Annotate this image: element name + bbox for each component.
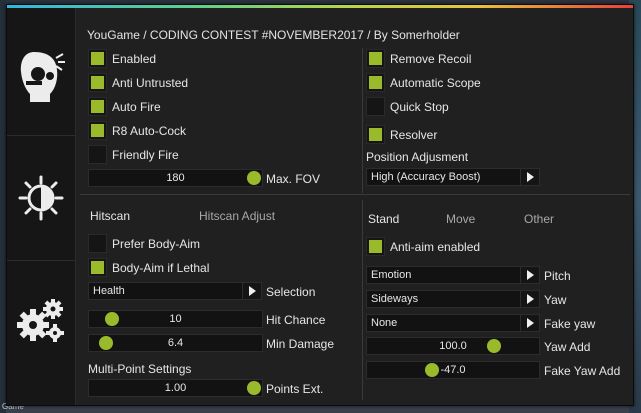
friendly-fire-label: Friendly Fire bbox=[112, 148, 179, 162]
auto-fire-label: Auto Fire bbox=[112, 100, 161, 114]
main-content: YouGame / CODING CONTEST #NOVEMBER2017 /… bbox=[76, 8, 633, 405]
selection-value: Health bbox=[93, 285, 125, 297]
ragebot-head-icon bbox=[20, 52, 65, 102]
remove-recoil-checkbox[interactable] bbox=[366, 49, 385, 68]
fake-yaw-add-slider[interactable]: -47.0 bbox=[366, 361, 540, 379]
anti-untrusted-label: Anti Untrusted bbox=[112, 76, 189, 90]
tab-move[interactable]: Move bbox=[446, 212, 475, 226]
tab-stand[interactable]: Stand bbox=[368, 212, 399, 226]
remove-recoil-label: Remove Recoil bbox=[390, 52, 472, 66]
selection-dropdown[interactable]: Health bbox=[88, 282, 262, 300]
yaw-add-slider[interactable]: 100.0 bbox=[366, 337, 540, 355]
yaw-dropdown[interactable]: Sideways bbox=[366, 290, 540, 308]
resolver-label: Resolver bbox=[390, 128, 438, 142]
points-ext-value: 1.00 bbox=[164, 382, 187, 394]
vertical-divider-bottom bbox=[362, 200, 363, 400]
multipoint-settings-header: Multi-Point Settings bbox=[88, 362, 192, 376]
yaw-dropdown-button[interactable] bbox=[520, 290, 540, 308]
yaw-add-slider-handle[interactable] bbox=[487, 339, 501, 353]
tab-hitscan[interactable]: Hitscan bbox=[90, 209, 130, 223]
visuals-tab[interactable] bbox=[7, 148, 75, 248]
pitch-dropdown[interactable]: Emotion bbox=[366, 266, 540, 284]
dropdown-arrow-icon bbox=[526, 318, 534, 328]
pitch-value: Emotion bbox=[371, 269, 412, 281]
min-damage-label: Min Damage bbox=[266, 337, 335, 351]
min-damage-value: 6.4 bbox=[167, 337, 184, 349]
dropdown-arrow-icon bbox=[526, 270, 534, 280]
yaw-label: Yaw bbox=[544, 293, 567, 307]
sidebar bbox=[7, 8, 76, 405]
dropdown-arrow-icon bbox=[526, 172, 534, 182]
max-fov-slider[interactable]: 180 bbox=[88, 169, 263, 187]
pitch-label: Pitch bbox=[544, 269, 571, 283]
points-ext-label: Points Ext. bbox=[266, 382, 324, 396]
yaw-value: Sideways bbox=[371, 293, 419, 305]
visuals-brightness-icon bbox=[18, 175, 64, 221]
fake-yaw-add-slider-handle[interactable] bbox=[425, 363, 439, 377]
fake-yaw-dropdown-button[interactable] bbox=[520, 314, 540, 332]
auto-fire-checkbox[interactable] bbox=[88, 97, 107, 116]
fake-yaw-label: Fake yaw bbox=[544, 317, 596, 331]
r8-autocock-label: R8 Auto-Cock bbox=[112, 124, 187, 138]
max-fov-slider-handle[interactable] bbox=[247, 171, 261, 185]
sidebar-separator bbox=[7, 260, 75, 261]
horizontal-divider bbox=[80, 194, 630, 195]
position-adjustment-dropdown-button[interactable] bbox=[520, 168, 540, 186]
selection-label: Selection bbox=[266, 285, 316, 299]
menu-title: YouGame / CODING CONTEST #NOVEMBER2017 /… bbox=[87, 28, 460, 42]
yaw-add-label: Yaw Add bbox=[544, 340, 591, 354]
max-fov-label: Max. FOV bbox=[266, 172, 321, 186]
hit-chance-value: 10 bbox=[169, 313, 182, 325]
anti-untrusted-checkbox[interactable] bbox=[88, 73, 107, 92]
fake-yaw-add-value: -47.0 bbox=[440, 364, 466, 376]
min-damage-slider[interactable]: 6.4 bbox=[88, 334, 263, 352]
vertical-divider-top bbox=[362, 48, 363, 193]
quick-stop-checkbox[interactable] bbox=[366, 97, 385, 116]
hit-chance-slider-handle[interactable] bbox=[105, 312, 119, 326]
prefer-body-aim-checkbox[interactable] bbox=[88, 234, 107, 253]
enabled-label: Enabled bbox=[112, 52, 157, 66]
dropdown-arrow-icon bbox=[248, 286, 256, 296]
fake-yaw-dropdown[interactable]: None bbox=[366, 314, 540, 332]
prefer-body-aim-label: Prefer Body-Aim bbox=[112, 237, 201, 251]
hit-chance-slider[interactable]: 10 bbox=[88, 310, 263, 328]
sidebar-separator bbox=[7, 135, 75, 136]
points-ext-slider[interactable]: 1.00 bbox=[88, 379, 263, 397]
fake-yaw-add-label: Fake Yaw Add bbox=[544, 364, 621, 378]
ragebot-tab[interactable] bbox=[7, 26, 75, 126]
hit-chance-label: Hit Chance bbox=[266, 313, 326, 327]
dropdown-arrow-icon bbox=[526, 294, 534, 304]
position-adjustment-label: Position Adjusment bbox=[366, 150, 469, 164]
anti-aim-enabled-checkbox[interactable] bbox=[366, 237, 385, 256]
tab-hitscan-adjust[interactable]: Hitscan Adjust bbox=[199, 209, 275, 223]
settings-gears-icon bbox=[17, 299, 64, 342]
yaw-add-value: 100.0 bbox=[439, 340, 467, 352]
body-aim-if-lethal-label: Body-Aim if Lethal bbox=[112, 261, 210, 275]
anti-aim-enabled-label: Anti-aim enabled bbox=[390, 240, 481, 254]
quick-stop-label: Quick Stop bbox=[390, 100, 449, 114]
body-aim-if-lethal-checkbox[interactable] bbox=[88, 258, 107, 277]
automatic-scope-label: Automatic Scope bbox=[390, 76, 481, 90]
points-ext-slider-handle[interactable] bbox=[247, 381, 261, 395]
max-fov-value: 180 bbox=[166, 172, 185, 184]
position-adjustment-value: High (Accuracy Boost) bbox=[371, 171, 481, 183]
r8-autocock-checkbox[interactable] bbox=[88, 121, 107, 140]
selection-dropdown-button[interactable] bbox=[242, 282, 262, 300]
resolver-checkbox[interactable] bbox=[366, 125, 385, 144]
enabled-checkbox[interactable] bbox=[88, 49, 107, 68]
pitch-dropdown-button[interactable] bbox=[520, 266, 540, 284]
position-adjustment-dropdown[interactable]: High (Accuracy Boost) bbox=[366, 168, 540, 186]
friendly-fire-checkbox[interactable] bbox=[88, 145, 107, 164]
settings-tab[interactable] bbox=[7, 270, 75, 370]
cheat-menu-window: YouGame / CODING CONTEST #NOVEMBER2017 /… bbox=[6, 4, 634, 406]
min-damage-slider-handle[interactable] bbox=[99, 336, 113, 350]
fake-yaw-value: None bbox=[371, 317, 398, 329]
tab-other[interactable]: Other bbox=[524, 212, 554, 226]
automatic-scope-checkbox[interactable] bbox=[366, 73, 385, 92]
